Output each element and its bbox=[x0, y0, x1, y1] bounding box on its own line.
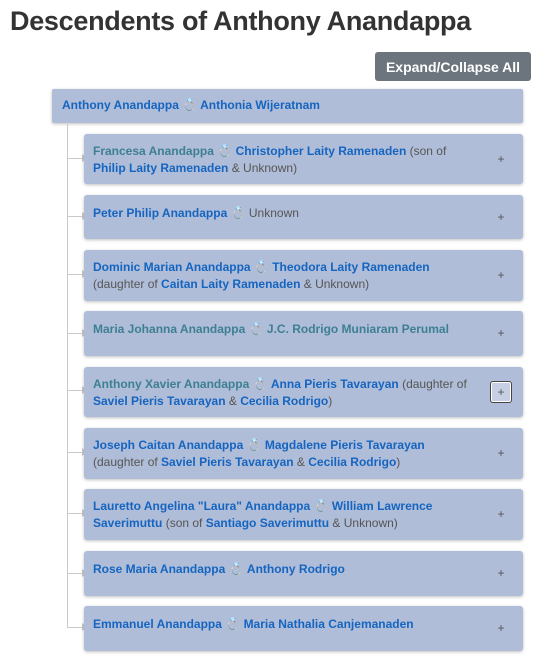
parent1-link[interactable]: Saviel Pieris Tavarayan bbox=[93, 394, 226, 408]
expand-toggle-button[interactable]: + bbox=[490, 381, 512, 403]
child-spouse-text: Unknown bbox=[248, 206, 299, 220]
parent-note-close: ) bbox=[393, 516, 398, 530]
parent-note-open: (daughter of bbox=[93, 277, 162, 291]
child-card: Lauretto Angelina "Laura" Anandappa 💍 Wi… bbox=[84, 489, 523, 540]
child-person-link[interactable]: Maria Johanna Anandappa bbox=[93, 322, 245, 336]
child-person-link[interactable]: Rose Maria Anandappa bbox=[93, 562, 225, 576]
parent1-link[interactable]: Saviel Pieris Tavarayan bbox=[161, 455, 294, 469]
page-title: Descendents of Anthony Anandappa bbox=[10, 6, 471, 36]
branch-arrow bbox=[67, 270, 88, 278]
expand-toggle-button[interactable]: + bbox=[490, 504, 512, 526]
expand-toggle-button[interactable]: + bbox=[490, 265, 512, 287]
child-card: Joseph Caitan Anandappa 💍 Magdalene Pier… bbox=[84, 428, 523, 479]
ring-icon: 💍 bbox=[228, 562, 244, 576]
child-spouse-link[interactable]: J.C. Rodrigo Muniaram Perumal bbox=[267, 322, 449, 336]
parent2-link[interactable]: Cecilia Rodrigo bbox=[308, 455, 396, 469]
parent-note-open: (daughter of bbox=[398, 377, 467, 391]
amp-text: & bbox=[225, 394, 241, 408]
amp-text: & bbox=[228, 161, 244, 175]
parent-note-close: ) bbox=[396, 455, 401, 469]
child-spouse-link[interactable]: Magdalene Pieris Tavarayan bbox=[265, 438, 425, 452]
child-spouse-link[interactable]: Theodora Laity Ramenaden bbox=[272, 260, 429, 274]
expand-toggle-button[interactable]: + bbox=[490, 323, 512, 345]
root-spouse-link[interactable]: Anthonia Wijeratnam bbox=[200, 98, 320, 112]
expand-collapse-all-button[interactable]: Expand/Collapse All bbox=[375, 52, 531, 81]
branch-arrow bbox=[67, 212, 88, 220]
parent-note-open: (son of bbox=[162, 516, 206, 530]
parent-note-close: ) bbox=[365, 277, 370, 291]
ring-icon: 💍 bbox=[225, 617, 241, 631]
child-spouse-link[interactable]: Maria Nathalia Canjemanaden bbox=[244, 617, 414, 631]
ring-icon: 💍 bbox=[182, 98, 198, 112]
ring-icon: 💍 bbox=[217, 144, 233, 158]
parent2-text: Unknown bbox=[243, 161, 294, 175]
branch-arrow bbox=[67, 448, 88, 456]
branch-arrow bbox=[67, 569, 88, 577]
child-person-link[interactable]: Lauretto Angelina "Laura" Anandappa bbox=[93, 499, 310, 513]
child-card: Maria Johanna Anandappa 💍 J.C. Rodrigo M… bbox=[84, 311, 523, 356]
child-person-link[interactable]: Joseph Caitan Anandappa bbox=[93, 438, 243, 452]
child-spouse-link[interactable]: Anna Pieris Tavarayan bbox=[271, 377, 399, 391]
parent-note-open: (son of bbox=[406, 144, 447, 158]
parent2-text: Unknown bbox=[315, 277, 366, 291]
tree-connector bbox=[67, 124, 68, 628]
child-card: Rose Maria Anandappa 💍 Anthony Rodrigo + bbox=[84, 551, 523, 596]
child-person-link[interactable]: Emmanuel Anandappa bbox=[93, 617, 222, 631]
ring-icon: 💍 bbox=[246, 438, 262, 452]
branch-arrow bbox=[67, 154, 88, 162]
child-card: Peter Philip Anandappa 💍 Unknown + bbox=[84, 195, 523, 239]
expand-toggle-button[interactable]: + bbox=[490, 443, 512, 465]
expand-toggle-button[interactable]: + bbox=[490, 618, 512, 640]
root-couple: Anthony Anandappa 💍 Anthonia Wijeratnam bbox=[52, 89, 523, 123]
child-person-link[interactable]: Anthony Xavier Anandappa bbox=[93, 377, 249, 391]
parent-note-close: ) bbox=[328, 394, 333, 408]
parent1-link[interactable]: Caitan Laity Ramenaden bbox=[161, 277, 300, 291]
parent2-link[interactable]: Cecilia Rodrigo bbox=[240, 394, 328, 408]
parent-note-open: (daughter of bbox=[93, 455, 162, 469]
amp-text: & bbox=[329, 516, 344, 530]
ring-icon: 💍 bbox=[252, 377, 268, 391]
expand-toggle-button[interactable]: + bbox=[490, 563, 512, 585]
root-person-link[interactable]: Anthony Anandappa bbox=[62, 98, 179, 112]
child-card: Dominic Marian Anandappa 💍 Theodora Lait… bbox=[84, 250, 523, 301]
branch-arrow bbox=[67, 509, 88, 517]
branch-arrow bbox=[67, 329, 88, 337]
child-spouse-link[interactable]: Christopher Laity Ramenaden bbox=[236, 144, 407, 158]
expand-toggle-button[interactable]: + bbox=[490, 206, 512, 228]
expand-toggle-button[interactable]: + bbox=[490, 148, 512, 170]
ring-icon: 💍 bbox=[253, 260, 269, 274]
parent2-text: Unknown bbox=[343, 516, 394, 530]
ring-icon: 💍 bbox=[313, 499, 329, 513]
child-card: Emmanuel Anandappa 💍 Maria Nathalia Canj… bbox=[84, 606, 523, 651]
ring-icon: 💍 bbox=[248, 322, 264, 336]
parent1-link[interactable]: Philip Laity Ramenaden bbox=[93, 161, 228, 175]
branch-arrow bbox=[67, 623, 88, 631]
branch-arrow bbox=[67, 386, 88, 394]
child-spouse-link[interactable]: Anthony Rodrigo bbox=[247, 562, 345, 576]
parent1-link[interactable]: Santiago Saverimuttu bbox=[206, 516, 329, 530]
child-person-link[interactable]: Peter Philip Anandappa bbox=[93, 206, 227, 220]
parent-note-close: ) bbox=[293, 161, 298, 175]
child-person-link[interactable]: Francesa Anandappa bbox=[93, 144, 214, 158]
child-card: Francesa Anandappa 💍 Christopher Laity R… bbox=[84, 134, 523, 184]
child-card: Anthony Xavier Anandappa 💍 Anna Pieris T… bbox=[84, 367, 523, 417]
child-person-link[interactable]: Dominic Marian Anandappa bbox=[93, 260, 251, 274]
ring-icon: 💍 bbox=[230, 206, 246, 220]
amp-text: & bbox=[300, 277, 316, 291]
amp-text: & bbox=[293, 455, 309, 469]
